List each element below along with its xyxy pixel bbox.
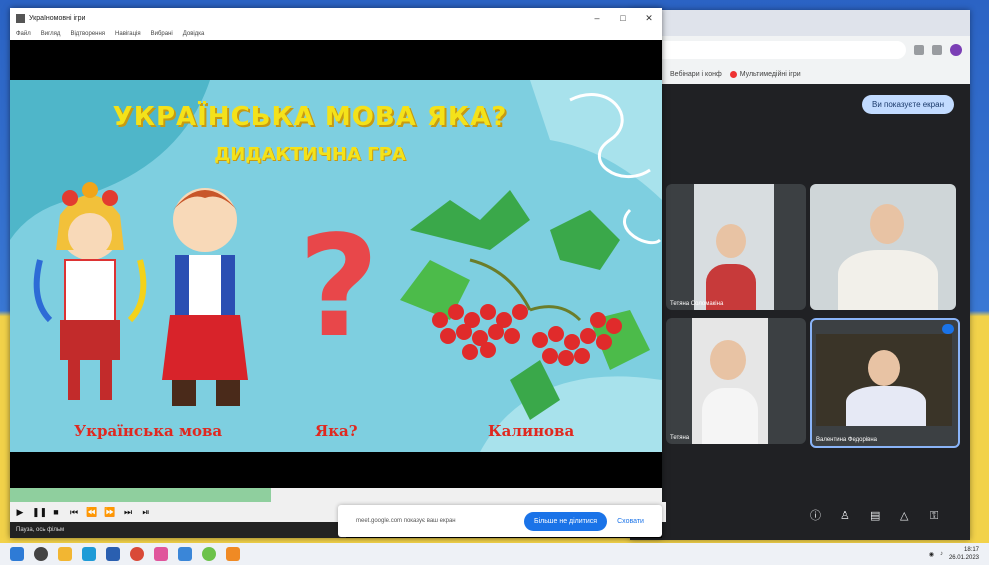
rewind-icon[interactable]: ⏪ [86, 507, 98, 518]
stop-icon[interactable]: ■ [50, 507, 62, 517]
network-icon[interactable]: ◉ [929, 551, 934, 558]
info-icon[interactable]: ⓘ [810, 510, 822, 522]
minimize-icon[interactable]: – [584, 13, 610, 24]
frame-step-icon[interactable]: ⏯ [140, 507, 152, 518]
participant-face [870, 204, 904, 244]
window-controls: – □ ✕ [584, 13, 662, 24]
address-bar[interactable] [638, 41, 906, 59]
bookmark-item[interactable]: Мультимедійні ігри [729, 70, 801, 78]
menu-view[interactable]: Вигляд [41, 31, 61, 37]
app-icon[interactable] [178, 547, 192, 561]
app-icon[interactable] [154, 547, 168, 561]
bookmark-label: Вебінари і конф [670, 70, 722, 78]
participant-face [716, 224, 746, 258]
menu-help[interactable]: Довідка [183, 31, 205, 37]
presenting-pill[interactable]: Ви показуєте екран [861, 94, 954, 114]
browser-window: Вебінари і конф Мультимедійні ігри Ви по… [630, 10, 970, 540]
prev-frame-icon[interactable]: ⏮ [68, 507, 80, 518]
participant-name: Тетяна Соломакіна [670, 301, 724, 307]
pause-icon[interactable]: ❚❚ [32, 507, 47, 518]
participant-face [868, 350, 900, 386]
close-icon[interactable]: ✕ [636, 13, 662, 24]
forward-icon[interactable]: ⏩ [104, 507, 116, 518]
media-player-window: Україномовні ігри – □ ✕ Файл Вигляд Відт… [10, 8, 666, 538]
clock-time: 18:17 [963, 547, 979, 553]
profile-avatar[interactable] [950, 44, 962, 56]
menu-navigation[interactable]: Навігація [115, 31, 141, 37]
host-controls-icon[interactable]: ⚿ [930, 510, 942, 522]
slide-title: УКРАЇНСЬКА МОВА ЯКА? [112, 102, 508, 132]
bookmarks-bar: Вебінари і конф Мультимедійні ігри [630, 64, 970, 85]
meet-header: Ви показуєте екран [630, 84, 970, 124]
menu-file[interactable]: Файл [16, 31, 31, 37]
slide-subtitle: ДИДАКТИЧНА ГРА [214, 144, 406, 165]
caption-ukrainian-language: Українська мова [74, 422, 223, 440]
screen-share-notification: meet.google.com показує ваш екран Більше… [338, 505, 662, 537]
store-icon[interactable] [106, 547, 120, 561]
seek-bar-played [10, 488, 271, 502]
participant-body [838, 250, 938, 310]
menu-playback[interactable]: Відтворення [70, 31, 105, 37]
stop-sharing-button[interactable]: Більше не ділитися [524, 511, 608, 531]
play-icon[interactable]: ▶ [14, 507, 26, 518]
bookmark-star-icon[interactable] [932, 45, 942, 55]
meet-controls: ⓘ ♙ ▤ △ ⚿ [810, 510, 942, 522]
caption-viburnum: Калинова [488, 422, 575, 440]
bookmark-label: Мультимедійні ігри [739, 70, 801, 78]
caption-which: Яка? [315, 422, 358, 440]
meet-call-area: Ви показуєте екран Тетяна Соломакіна Тет… [630, 84, 970, 540]
participant-body [702, 388, 758, 444]
people-icon[interactable]: ♙ [840, 510, 852, 522]
activities-icon[interactable]: △ [900, 510, 912, 522]
search-icon[interactable] [34, 547, 48, 561]
participant-name: Тетяна [670, 435, 690, 441]
participant-tile-active[interactable]: Валентина Федорівна [810, 318, 960, 448]
youtube-icon [729, 70, 737, 78]
participant-tile[interactable] [810, 184, 956, 310]
chat-icon[interactable]: ▤ [870, 510, 882, 522]
player-title-bar: Україномовні ігри – □ ✕ [10, 8, 662, 28]
share-notification-text: meet.google.com показує ваш екран [356, 518, 456, 524]
question-mark: ? [298, 206, 379, 369]
seek-bar[interactable] [10, 488, 662, 502]
extension-icon[interactable] [914, 45, 924, 55]
player-status-bar: Пауза, ось фільм [10, 522, 346, 538]
browser-toolbar [630, 36, 970, 64]
speaking-indicator-icon [942, 324, 954, 334]
menu-favorites[interactable]: Вибрані [151, 31, 173, 37]
browser-tab-bar[interactable] [630, 10, 970, 36]
clock[interactable]: 18:17 26.01.2023 [949, 546, 979, 562]
bookmark-item[interactable]: Вебінари і конф [670, 71, 722, 78]
system-tray: ◉ ♪ 18:17 26.01.2023 [929, 546, 979, 562]
slide-background: ? [10, 80, 662, 452]
file-explorer-icon[interactable] [58, 547, 72, 561]
participant-name: Валентина Федорівна [816, 437, 878, 443]
next-frame-icon[interactable]: ⏭ [122, 507, 134, 518]
start-menu-icon[interactable] [10, 547, 24, 561]
participant-tile[interactable]: Тетяна Соломакіна [666, 184, 806, 310]
media-player-icon[interactable] [226, 547, 240, 561]
player-window-title: Україномовні ігри [29, 14, 86, 22]
clock-date: 26.01.2023 [948, 555, 979, 561]
video-frame-slide[interactable]: ? УКРАЇНСЬКА МОВА ЯКА? ДИДАКТИЧНА ГРА Ук… [10, 80, 662, 452]
volume-icon[interactable]: ♪ [940, 551, 943, 557]
chrome-icon[interactable] [130, 547, 144, 561]
participant-body [846, 386, 926, 426]
player-app-icon [16, 13, 25, 23]
windows-taskbar: ◉ ♪ 18:17 26.01.2023 [0, 543, 989, 565]
edge-icon[interactable] [82, 547, 96, 561]
app-icon[interactable] [202, 547, 216, 561]
participant-face [710, 340, 746, 380]
player-menu-bar: Файл Вигляд Відтворення Навігація Вибран… [10, 28, 662, 40]
hide-notification-button[interactable]: Сховати [617, 518, 644, 525]
participant-tile[interactable]: Тетяна [666, 318, 806, 444]
maximize-icon[interactable]: □ [610, 13, 636, 24]
